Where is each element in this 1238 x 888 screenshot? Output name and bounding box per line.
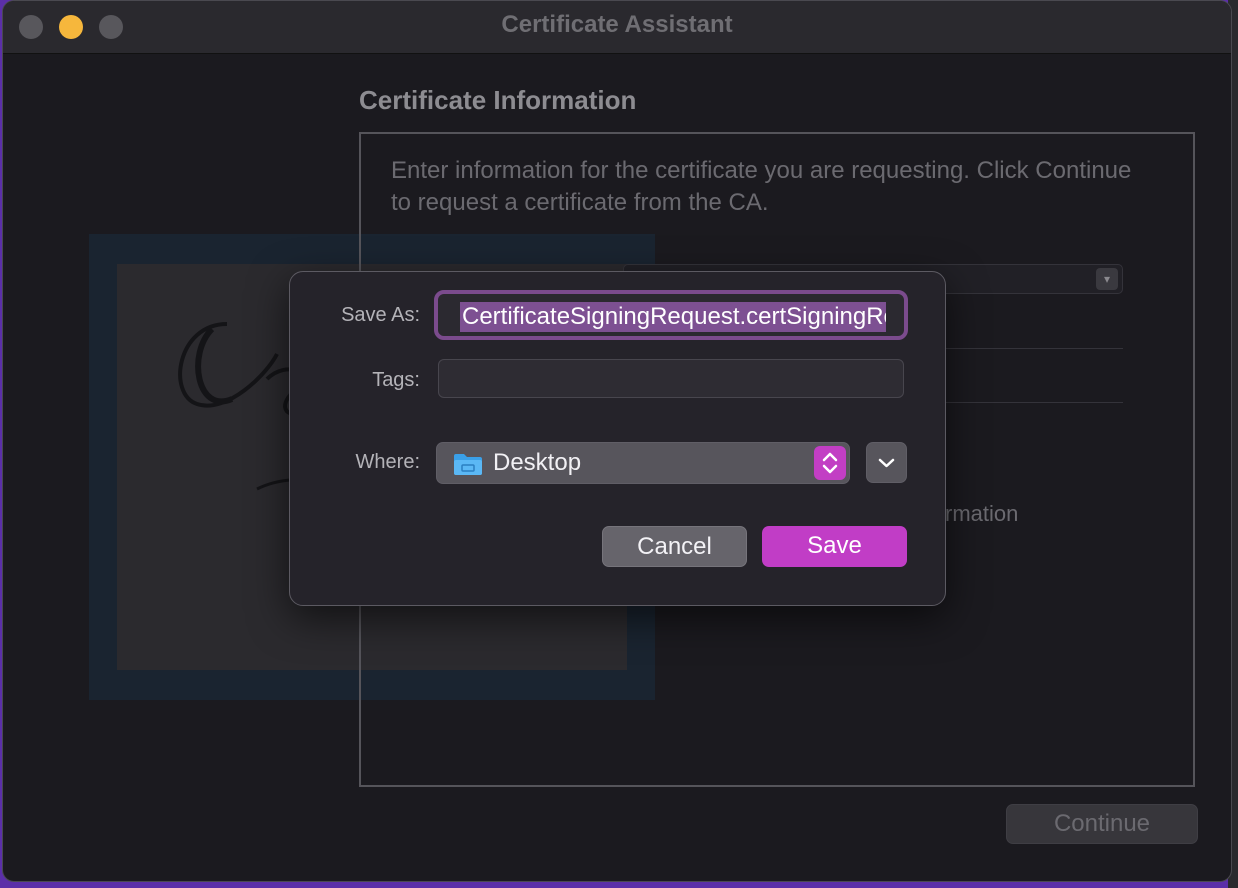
save-as-label: Save As: (341, 304, 420, 326)
where-label: Where: (355, 451, 420, 473)
where-dropdown[interactable]: Desktop (436, 442, 850, 484)
up-down-arrows-icon (814, 446, 846, 480)
continue-button[interactable]: Continue (1006, 804, 1198, 844)
chevron-down-icon: ▾ (1096, 268, 1118, 290)
chevron-down-icon (878, 458, 895, 468)
cancel-button[interactable]: Cancel (602, 526, 747, 567)
folder-icon (454, 454, 482, 475)
expand-browser-button[interactable] (866, 442, 907, 483)
tags-field[interactable] (438, 359, 904, 398)
partial-label: rmation (945, 501, 1019, 526)
section-title: Certificate Information (359, 85, 637, 115)
save-as-value: CertificateSigningRequest.certSigningReq… (460, 302, 886, 332)
info-text: Enter information for the certificate yo… (391, 157, 1132, 216)
save-dialog: Save As: CertificateSigningRequest.certS… (289, 271, 946, 606)
title-bar: Certificate Assistant (3, 1, 1231, 54)
window-title: Certificate Assistant (501, 11, 733, 38)
save-button[interactable]: Save (762, 526, 907, 567)
tags-label: Tags: (372, 369, 420, 391)
where-value: Desktop (493, 449, 582, 476)
save-as-field[interactable]: CertificateSigningRequest.certSigningReq… (434, 290, 908, 340)
